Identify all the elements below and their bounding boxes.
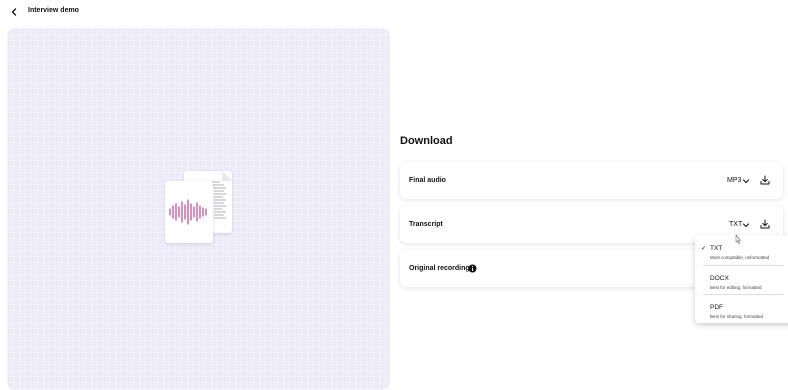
option-name: DOCX bbox=[710, 275, 729, 282]
transcript-format-select[interactable]: TXT bbox=[729, 221, 742, 228]
final-audio-format-select[interactable]: MP3 bbox=[727, 177, 741, 184]
option-description: Best for editing, formatted bbox=[710, 285, 762, 290]
final-audio-label: Final audio bbox=[409, 177, 446, 184]
menu-divider bbox=[703, 294, 783, 295]
info-icon[interactable] bbox=[468, 264, 477, 273]
option-description: Most compatible, unformatted bbox=[710, 255, 770, 260]
chevron-down-icon[interactable] bbox=[742, 177, 750, 185]
original-recordings-label: Original recordings bbox=[409, 265, 474, 272]
transcript-label: Transcript bbox=[409, 221, 443, 228]
option-name: TXT bbox=[710, 245, 723, 252]
audio-waveform-icon bbox=[165, 181, 213, 243]
format-option-docx[interactable]: DOCX Best for editing, formatted bbox=[695, 269, 788, 297]
preview-panel bbox=[7, 28, 390, 390]
mouse-pointer-icon bbox=[735, 234, 741, 244]
checkmark-icon: ✓ bbox=[701, 246, 707, 252]
page-title: Interview demo bbox=[28, 7, 79, 14]
final-audio-card: Final audio MP3 bbox=[400, 162, 783, 199]
download-icon[interactable] bbox=[759, 174, 771, 186]
option-description: Best for sharing, formatted bbox=[710, 314, 764, 319]
download-icon[interactable] bbox=[759, 218, 771, 230]
format-dropdown-menu: ✓ TXT Most compatible, unformatted DOCX … bbox=[695, 235, 788, 323]
download-heading: Download bbox=[400, 135, 453, 147]
menu-divider bbox=[703, 265, 783, 266]
top-bar: Interview demo bbox=[0, 0, 788, 24]
back-chevron-icon[interactable] bbox=[8, 6, 20, 18]
format-option-pdf[interactable]: PDF Best for sharing, formatted bbox=[695, 298, 788, 326]
option-name: PDF bbox=[710, 304, 723, 311]
chevron-down-icon[interactable] bbox=[742, 221, 750, 229]
